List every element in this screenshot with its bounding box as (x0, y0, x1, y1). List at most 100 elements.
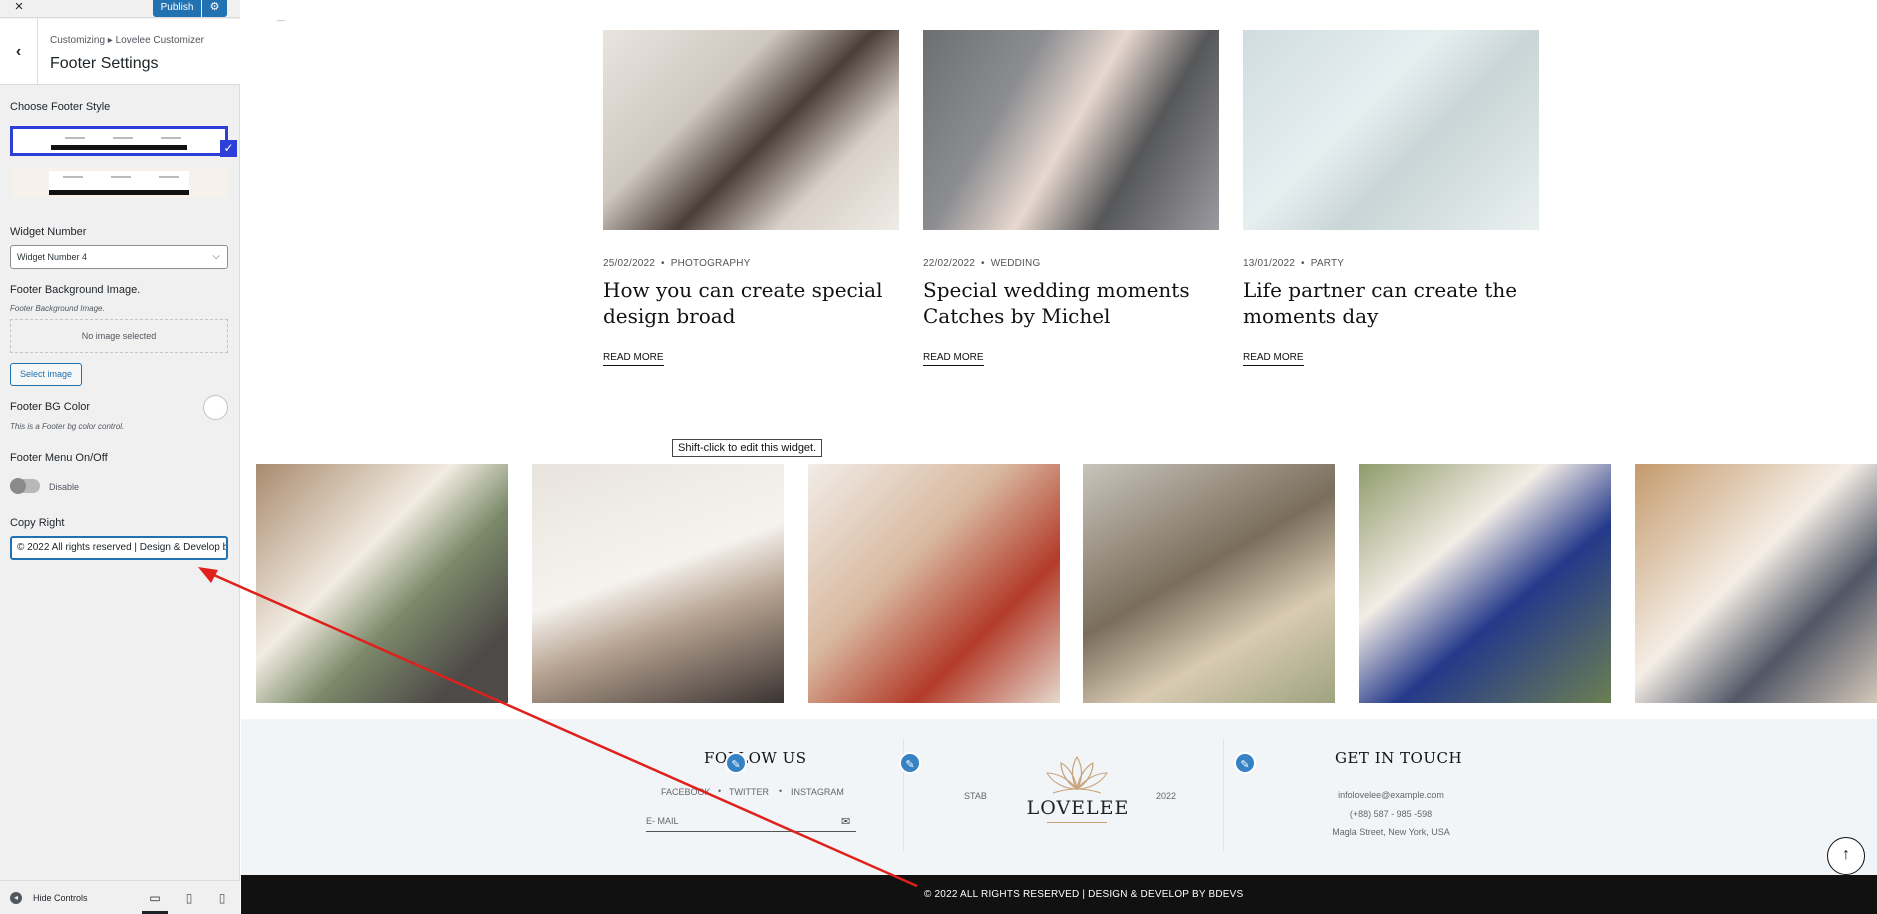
preview-artifact (277, 20, 285, 21)
customizer-topbar: × Publish ⚙ (0, 0, 240, 18)
section-header: ‹ Customizing ▸ Lovelee Customizer Foote… (0, 19, 240, 85)
site-preview: 25/02/2022 • PHOTOGRAPHY 22/02/2022 • WE… (241, 0, 1877, 914)
post-meta: 22/02/2022 • WEDDING (923, 258, 1040, 269)
mail-icon[interactable]: ✉ (841, 815, 850, 828)
post-title[interactable]: Special wedding moments Catches by Miche… (923, 277, 1219, 329)
mobile-preview-icon[interactable]: ▯ (209, 886, 235, 914)
footer-style-preview (49, 171, 189, 195)
desktop-preview-icon[interactable]: ▭ (142, 886, 168, 914)
publish-settings-gear-icon[interactable]: ⚙ (202, 0, 227, 17)
footer-style-option-1[interactable] (10, 126, 228, 156)
gallery-image[interactable] (1635, 464, 1877, 703)
contact-email[interactable]: infolovelee@example.com (1291, 790, 1491, 800)
footer-divider (1223, 739, 1224, 851)
widget-number-select[interactable]: Widget Number 4 ⌵ (10, 245, 228, 269)
widget-edit-tooltip: Shift-click to edit this widget. (672, 439, 823, 457)
footer-style-option-2[interactable] (11, 168, 227, 198)
widget-number-label: Widget Number (10, 226, 87, 238)
contact-address: Magla Street, New York, USA (1332, 827, 1450, 837)
edit-pencil-icon[interactable]: ✎ (899, 752, 921, 774)
breadcrumb: Customizing ▸ Lovelee Customizer (50, 35, 204, 46)
edit-pencil-icon[interactable]: ✎ (725, 752, 747, 774)
thumb-bottom-bar (49, 190, 189, 195)
post-thumbnail[interactable] (603, 30, 899, 230)
bg-color-label: Footer BG Color (10, 401, 91, 413)
thumb-line (113, 137, 133, 139)
meta-separator: • (661, 258, 665, 269)
hide-controls-icon[interactable]: ◂ (10, 892, 22, 904)
edit-pencil-icon[interactable]: ✎ (1234, 752, 1256, 774)
footer-menu-toggle[interactable] (10, 478, 40, 494)
thumb-line (159, 176, 179, 178)
thumb-line (65, 137, 85, 139)
follow-us-heading: FOLLOW US (704, 749, 807, 767)
meta-separator: • (718, 786, 722, 796)
back-to-top-button[interactable]: ↑ (1827, 837, 1865, 875)
site-footer: FOLLOW US ✎ FACEBOOK • TWITTER • INSTAGR… (241, 719, 1877, 875)
gallery-image[interactable] (808, 464, 1060, 703)
toggle-knob (10, 478, 26, 494)
bg-image-description: Footer Background Image. (10, 304, 105, 313)
post-title[interactable]: How you can create special design broad (603, 277, 899, 329)
bg-color-description: This is a Footer bg color control. (10, 422, 125, 431)
footer-stab-text: STAB (964, 791, 987, 801)
get-in-touch-heading: GET IN TOUCH (1335, 749, 1463, 767)
footer-year-text: 2022 (1156, 791, 1177, 801)
contact-phone[interactable]: (+88) 587 - 985 -598 (1291, 809, 1491, 819)
toggle-state-label: Disable (49, 482, 80, 492)
meta-separator: • (1301, 258, 1305, 269)
copyright-bar: © 2022 ALL RIGHTS RESERVED | DESIGN & DE… (241, 875, 1877, 914)
read-more-link[interactable]: READ MORE (603, 352, 664, 366)
lotus-emblem-icon (1046, 755, 1108, 794)
selected-checkmark-icon: ✓ (220, 140, 237, 157)
read-more-link[interactable]: READ MORE (1243, 352, 1304, 366)
menu-toggle-label: Footer Menu On/Off (10, 452, 108, 464)
post-category[interactable]: PHOTOGRAPHY (671, 258, 751, 269)
post-date: 22/02/2022 (923, 258, 976, 269)
close-customizer-button[interactable]: × (0, 0, 38, 18)
select-image-button[interactable]: Select image (10, 363, 82, 386)
input-underline (646, 831, 856, 832)
meta-separator: • (779, 786, 783, 796)
post-meta: 25/02/2022 • PHOTOGRAPHY (603, 258, 751, 269)
customizer-sidebar: × Publish ⚙ ‹ Customizing ▸ Lovelee Cust… (0, 0, 240, 914)
post-date: 13/01/2022 (1243, 258, 1296, 269)
footer-style-label: Choose Footer Style (10, 101, 111, 113)
logo-ornament (1047, 822, 1107, 823)
copyright-label: Copy Right (10, 517, 65, 529)
post-date: 25/02/2022 (603, 258, 656, 269)
thumb-bottom-bar (51, 145, 187, 150)
post-thumbnail[interactable] (923, 30, 1219, 230)
bg-image-label: Footer Background Image. (10, 284, 141, 296)
chevron-down-icon: ⌵ (212, 251, 220, 262)
customizer-footer: ◂ Hide Controls ▭ ▯ ▯ (0, 880, 240, 914)
newsletter-email-input[interactable]: E- MAIL (646, 816, 679, 826)
post-meta: 13/01/2022 • PARTY (1243, 258, 1344, 269)
widget-number-value: Widget Number 4 (17, 252, 88, 262)
gallery-image[interactable] (532, 464, 784, 703)
hide-controls-button[interactable]: Hide Controls (33, 893, 88, 903)
publish-button[interactable]: Publish (153, 0, 201, 17)
color-picker-swatch[interactable] (203, 395, 228, 420)
read-more-link[interactable]: READ MORE (923, 352, 984, 366)
site-logo[interactable]: LOVELEE (1023, 797, 1133, 819)
post-category[interactable]: PARTY (1311, 258, 1344, 269)
facebook-link[interactable]: FACEBOOK (661, 787, 711, 797)
gallery-image[interactable] (1083, 464, 1335, 703)
post-thumbnail[interactable] (1243, 30, 1539, 230)
instagram-link[interactable]: INSTAGRAM (791, 787, 844, 797)
post-title[interactable]: Life partner can create the moments day (1243, 277, 1539, 329)
thumb-line (111, 176, 131, 178)
section-title: Footer Settings (50, 55, 159, 72)
thumb-line (161, 137, 181, 139)
post-category[interactable]: WEDDING (991, 258, 1041, 269)
copyright-input[interactable]: © 2022 All rights reserved | Design & De… (10, 536, 228, 560)
tablet-preview-icon[interactable]: ▯ (176, 886, 202, 914)
thumb-line (63, 176, 83, 178)
gallery-image[interactable] (1359, 464, 1611, 703)
footer-style-preview (51, 132, 187, 150)
twitter-link[interactable]: TWITTER (729, 787, 769, 797)
back-button[interactable]: ‹ (0, 19, 38, 85)
gallery-image[interactable] (256, 464, 508, 703)
image-placeholder: No image selected (10, 319, 228, 353)
